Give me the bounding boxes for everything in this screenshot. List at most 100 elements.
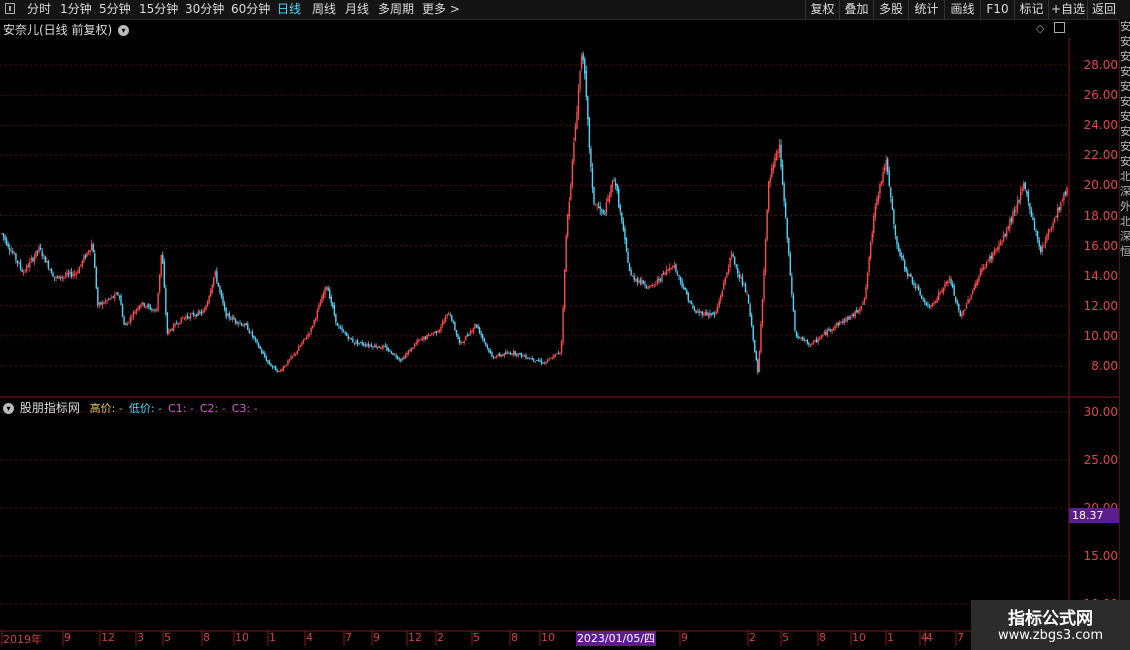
candle-body [1006, 230, 1008, 237]
candle-body [641, 279, 643, 284]
x-axis-label: 3 [137, 631, 144, 644]
candle-body [353, 342, 356, 344]
candle-body [264, 352, 266, 358]
candle-body [451, 315, 453, 322]
candle-body [961, 313, 963, 317]
candle-body [828, 329, 830, 330]
candle-body [2, 233, 5, 237]
candle-body [296, 350, 298, 355]
tab-fenshi[interactable]: 分时 [27, 1, 51, 18]
candle-body [890, 187, 892, 198]
candle-body [580, 56, 583, 68]
candle-body [570, 184, 572, 200]
candle-body [169, 329, 172, 331]
candle-body [245, 323, 247, 325]
candle-body [344, 332, 346, 334]
candle-body [427, 334, 430, 336]
candle-body [446, 313, 448, 316]
indicator-dropdown-icon[interactable]: ▾ [3, 403, 14, 414]
tab-5min[interactable]: 5分钟 [99, 1, 131, 18]
candle-body [874, 206, 877, 217]
candle-body [370, 344, 373, 347]
candle-body [431, 333, 433, 335]
candle-body [231, 317, 234, 320]
candle-body [727, 268, 730, 274]
y-tick-label: 28.00 [1083, 58, 1118, 72]
candle-body [531, 358, 533, 360]
overlay-button[interactable]: 叠加 [839, 0, 873, 19]
multi-stock-button[interactable]: 多股 [873, 0, 908, 19]
candle-body [517, 353, 519, 357]
candle-body [869, 242, 872, 259]
crosshair-date-tag: 2023/01/05/四 [576, 631, 656, 646]
candle-body [958, 303, 960, 311]
candle-body [441, 322, 444, 326]
candle-body [505, 352, 507, 355]
f10-button[interactable]: F10 [980, 0, 1014, 19]
tab-multi-period[interactable]: 多周期 [378, 1, 414, 18]
indicator-grid [0, 411, 1069, 605]
tab-daily[interactable]: 日线 [277, 1, 301, 18]
tab-more[interactable]: 更多 > [422, 1, 460, 18]
panel-toggle-icon[interactable] [5, 3, 15, 14]
tab-60min[interactable]: 60分钟 [231, 1, 270, 18]
candle-body [840, 321, 843, 323]
dropdown-circle-icon[interactable]: ▾ [118, 25, 130, 36]
candle-body [636, 279, 638, 282]
x-axis-label: 9 [681, 631, 688, 644]
candle-body [367, 343, 370, 346]
legend-item: 高价: - [89, 402, 123, 415]
tab-weekly[interactable]: 周线 [312, 1, 336, 18]
candle-body [298, 346, 300, 351]
back-button[interactable]: 返回 [1087, 0, 1120, 19]
candle-body [375, 345, 377, 348]
candle-body [140, 304, 142, 307]
candle-body [179, 322, 181, 325]
candle-body [993, 250, 996, 254]
candle-body [128, 322, 130, 323]
candle-body [478, 327, 481, 333]
tab-monthly[interactable]: 月线 [345, 1, 369, 18]
x-axis-label: 5 [473, 631, 480, 644]
candle-body [811, 343, 813, 346]
candle-body [162, 254, 164, 264]
tab-30min[interactable]: 30分钟 [185, 1, 224, 18]
maximize-icon[interactable] [1054, 22, 1065, 33]
candle-body [158, 274, 161, 293]
candle-body [594, 204, 597, 206]
candle-body [1021, 188, 1023, 191]
candle-body [199, 311, 201, 313]
candle-body [250, 331, 252, 333]
candle-body [703, 314, 705, 316]
candle-body [100, 302, 102, 305]
indicator-name[interactable]: 股朋指标网 [20, 401, 80, 415]
candle-body [851, 313, 853, 316]
draw-line-button[interactable]: 画线 [944, 0, 980, 19]
candle-body [631, 275, 634, 277]
tab-1min[interactable]: 1分钟 [60, 1, 92, 18]
candle-body [248, 330, 251, 333]
add-watchlist-button[interactable]: +自选 [1048, 0, 1087, 19]
candle-body [55, 277, 57, 279]
candle-body [990, 256, 992, 259]
candle-body [192, 313, 195, 316]
candle-body [165, 288, 167, 314]
candle-body [908, 274, 911, 277]
candle-body [551, 358, 553, 360]
candle-body [486, 345, 489, 348]
candle-body [1058, 207, 1060, 210]
candle-body [63, 276, 65, 278]
candle-body [639, 280, 642, 283]
candle-body [185, 316, 187, 319]
candle-body [214, 271, 217, 277]
tab-15min[interactable]: 15分钟 [139, 1, 178, 18]
statistics-button[interactable]: 统计 [908, 0, 944, 19]
adjust-button[interactable]: 复权 [805, 0, 839, 19]
mark-button[interactable]: 标记 [1014, 0, 1048, 19]
diamond-icon[interactable]: ◇ [1036, 22, 1044, 35]
candle-body [879, 183, 881, 194]
strip-char: 安 [1120, 35, 1130, 48]
candle-body [4, 236, 6, 240]
candle-body [687, 293, 689, 301]
candle-body [709, 313, 711, 316]
